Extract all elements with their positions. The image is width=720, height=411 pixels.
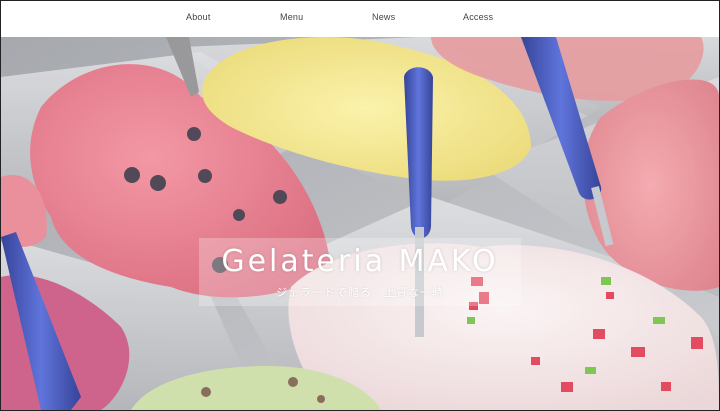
nav-link-access[interactable]: Access: [463, 12, 493, 22]
hero-title-box: Gelateria MAKO ジェラードで贈る、上質な一時: [199, 238, 521, 306]
top-navigation: About Menu News Access: [1, 1, 719, 37]
shop-name-title: Gelateria MAKO: [221, 244, 499, 279]
nav-link-news[interactable]: News: [372, 12, 395, 22]
hero-banner: Gelateria MAKO ジェラードで贈る、上質な一時: [1, 37, 719, 410]
hero-tagline: ジェラードで贈る、上質な一時: [276, 286, 444, 299]
nav-link-menu[interactable]: Menu: [280, 12, 303, 22]
gelato-display-photo: [1, 37, 719, 410]
page-frame: About Menu News Access Gelateria MAKO ジェ…: [0, 0, 720, 411]
nav-link-about[interactable]: About: [186, 12, 211, 22]
